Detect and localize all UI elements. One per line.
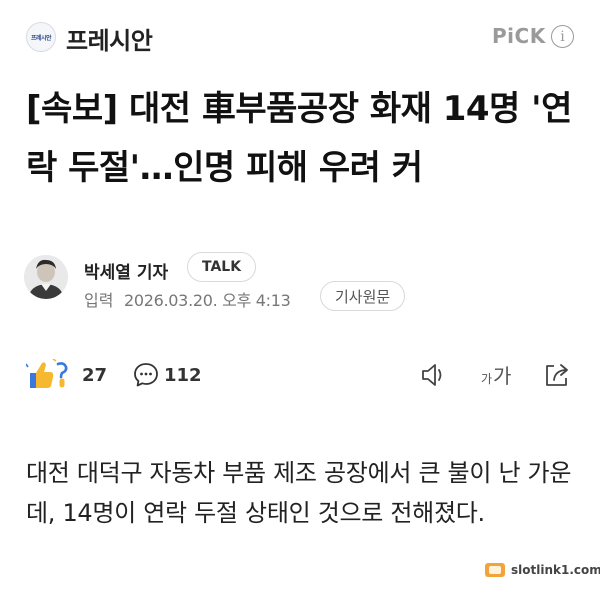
pick-label[interactable]: PiCK (492, 24, 546, 48)
watermark-logo-icon (485, 563, 505, 577)
reporter-photo (24, 255, 68, 299)
press-name[interactable]: 프레시안 (66, 21, 153, 56)
font-size-big: 가 (493, 364, 512, 388)
date-value: 2026.03.20. 오후 4:13 (124, 291, 291, 310)
font-size-small: 가 (481, 372, 493, 386)
watermark: slotlink1.com (485, 563, 600, 577)
audio-icon[interactable] (420, 362, 450, 388)
article-body: 대전 대덕구 자동차 부품 제조 공장에서 큰 불이 난 가운데, 14명이 연… (26, 459, 572, 527)
avatar[interactable] (24, 255, 68, 299)
share-icon[interactable] (543, 361, 571, 389)
font-size-icon[interactable]: 가 가 (481, 360, 511, 390)
watermark-text: slotlink1.com (511, 563, 600, 577)
article-title: [속보] 대전 車부품공장 화재 14명 '연락 두절'…인명 피해 우려 커 (26, 89, 572, 188)
date-label: 입력 (84, 291, 114, 310)
reaction-count: 27 (82, 365, 108, 386)
comment-icon[interactable] (133, 362, 159, 388)
original-article-button[interactable]: 기사원문 (320, 281, 406, 311)
reporter-name[interactable]: 박세열 기자 (84, 258, 168, 283)
press-logo[interactable]: 프레시안 (26, 22, 56, 52)
comment-count: 112 (164, 365, 202, 386)
info-icon[interactable]: i (551, 25, 574, 48)
press-logo-text: 프레시안 (30, 34, 52, 42)
talk-button[interactable]: TALK (187, 252, 257, 282)
reaction-icon[interactable] (26, 359, 72, 391)
action-bar: 27 112 가 가 (0, 356, 600, 396)
article-header: 프레시안 프레시안 PiCK i (0, 0, 600, 72)
